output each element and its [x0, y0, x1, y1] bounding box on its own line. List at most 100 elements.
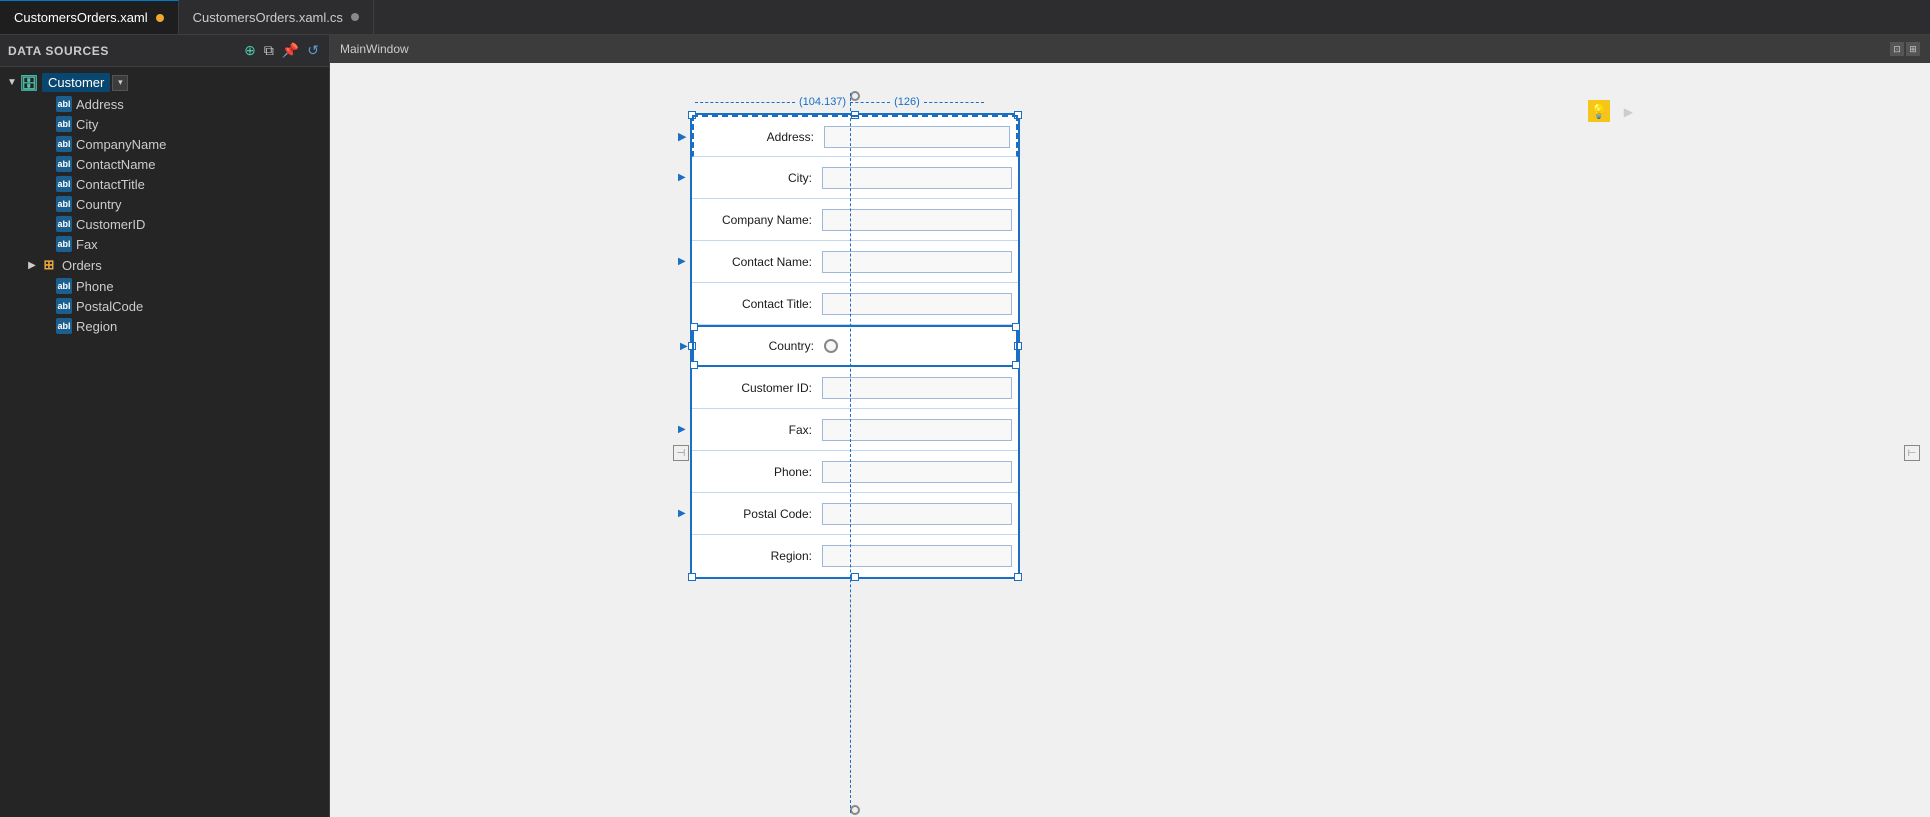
form-row-address: ▶ Address:	[692, 115, 1018, 157]
tip-container: 💡	[1588, 100, 1610, 122]
input-address[interactable]	[824, 126, 1010, 148]
tip-arrow: ▶	[1624, 105, 1633, 119]
input-city[interactable]	[822, 167, 1012, 189]
label-companyname: Company Name:	[692, 213, 822, 227]
customer-dropdown[interactable]: ▾	[112, 75, 128, 91]
tab-xaml-dot	[156, 14, 164, 22]
form-row-city: ▶ City:	[692, 157, 1018, 199]
collapse-arrow: ▼	[4, 75, 20, 91]
field-icon-address: аbl	[56, 96, 72, 112]
country-handle-tr[interactable]	[1012, 323, 1020, 331]
field-icon-city: аbl	[56, 116, 72, 132]
form-row-postalcode: ▶ Postal Code:	[692, 493, 1018, 535]
datasource-icon: 🗄	[20, 74, 38, 92]
input-postalcode[interactable]	[822, 503, 1012, 525]
sidebar-item-contacttitle[interactable]: аbl ContactTitle	[0, 174, 329, 194]
label-customerid: Customer ID:	[692, 381, 822, 395]
field-label-city: City	[76, 117, 98, 132]
sidebar-title: Data Sources	[8, 44, 109, 58]
radio-country	[824, 339, 838, 353]
form-row-companyname: Company Name:	[692, 199, 1018, 241]
field-icon-country: аbl	[56, 196, 72, 212]
field-label-companyname: CompanyName	[76, 137, 166, 152]
tab-xaml-cs[interactable]: CustomersOrders.xaml.cs	[179, 0, 374, 34]
measure-line-left	[695, 102, 795, 103]
pin-icon[interactable]: 📌	[280, 40, 301, 61]
sidebar-item-orders[interactable]: ▶ ⊞ Orders	[0, 254, 329, 276]
row-arrow-address: ▶	[678, 130, 686, 143]
tab-xaml[interactable]: CustomersOrders.xaml	[0, 0, 179, 34]
form-row-contactname: ▶ Contact Name:	[692, 241, 1018, 283]
sidebar: Data Sources ⊕ ⧉ 📌 ↺ ▼ 🗄 Customer ▾ аbl …	[0, 35, 330, 817]
field-label-phone: Phone	[76, 279, 114, 294]
measure-label-right: (126)	[894, 96, 920, 108]
field-label-country: Country	[76, 197, 122, 212]
label-city: City:	[692, 171, 822, 185]
sidebar-item-country[interactable]: аbl Country	[0, 194, 329, 214]
canvas[interactable]: ⊣ ⊢ (104.137) (126) 💡	[330, 63, 1930, 817]
sidebar-item-fax[interactable]: аbl Fax	[0, 234, 329, 254]
field-icon-phone: аbl	[56, 278, 72, 294]
country-handle-tl[interactable]	[690, 323, 698, 331]
refresh-icon[interactable]: ↺	[305, 40, 321, 61]
row-arrow-postalcode: ▶	[678, 508, 686, 519]
measure-label-left: (104.137)	[799, 96, 846, 108]
tab-xaml-cs-label: CustomersOrders.xaml.cs	[193, 10, 343, 25]
field-label-region: Region	[76, 319, 117, 334]
add-datasource-icon[interactable]: ⊕	[242, 40, 258, 61]
sidebar-item-contactname[interactable]: аbl ContactName	[0, 154, 329, 174]
input-contacttitle[interactable]	[822, 293, 1012, 315]
field-label-address: Address	[76, 97, 124, 112]
row-arrow-city: ▶	[678, 172, 686, 183]
field-icon-postalcode: аbl	[56, 298, 72, 314]
measure-line-mid	[850, 102, 890, 103]
window-tile-icon: ⊡	[1890, 42, 1904, 56]
row-arrow-contactname: ▶	[678, 256, 686, 267]
label-region: Region:	[692, 549, 822, 563]
form-container: ▶ Address: ▶ City: Company Name:	[690, 113, 1020, 579]
sidebar-item-customer[interactable]: ▼ 🗄 Customer ▾	[0, 71, 329, 94]
window-controls: ⊡ ⊞	[1890, 42, 1920, 56]
tab-bar: CustomersOrders.xaml CustomersOrders.xam…	[0, 0, 1930, 35]
sidebar-item-phone[interactable]: аbl Phone	[0, 276, 329, 296]
sidebar-tree: ▼ 🗄 Customer ▾ аbl Address аbl City аbl …	[0, 67, 329, 817]
sidebar-item-customerid[interactable]: аbl CustomerID	[0, 214, 329, 234]
window-titlebar: MainWindow ⊡ ⊞	[330, 35, 1930, 63]
sidebar-item-city[interactable]: аbl City	[0, 114, 329, 134]
sidebar-item-companyname[interactable]: аbl CompanyName	[0, 134, 329, 154]
field-icon-region: аbl	[56, 318, 72, 334]
field-label-orders: Orders	[62, 258, 102, 273]
input-contactname[interactable]	[822, 251, 1012, 273]
label-country: Country:	[694, 339, 824, 353]
sidebar-item-address[interactable]: аbl Address	[0, 94, 329, 114]
table-icon-orders: ⊞	[40, 256, 58, 274]
copy-icon[interactable]: ⧉	[262, 40, 276, 61]
label-contactname: Contact Name:	[692, 255, 822, 269]
resize-handle-right[interactable]: ⊢	[1904, 445, 1920, 461]
tip-icon[interactable]: 💡	[1588, 100, 1610, 122]
bottom-anchor	[850, 805, 860, 815]
sidebar-item-region[interactable]: аbl Region	[0, 316, 329, 336]
measure-line-right	[924, 102, 984, 103]
form-row-region: Region:	[692, 535, 1018, 577]
sidebar-item-postalcode[interactable]: аbl PostalCode	[0, 296, 329, 316]
label-postalcode: Postal Code:	[692, 507, 822, 521]
resize-handle-left[interactable]: ⊣	[673, 445, 689, 461]
orders-expand-arrow: ▶	[24, 257, 40, 273]
canvas-background	[330, 63, 1930, 817]
row-arrow-country: ▶	[680, 341, 688, 352]
designer-window: MainWindow ⊡ ⊞ ⊣ ⊢	[330, 35, 1930, 817]
input-fax[interactable]	[822, 419, 1012, 441]
input-region[interactable]	[822, 545, 1012, 567]
form-row-phone: Phone:	[692, 451, 1018, 493]
input-phone[interactable]	[822, 461, 1012, 483]
measure-bar: (104.137) (126)	[695, 96, 984, 108]
field-icon-contacttitle: аbl	[56, 176, 72, 192]
tab-xaml-cs-dot	[351, 13, 359, 21]
label-address: Address:	[694, 130, 824, 144]
field-icon-contactname: аbl	[56, 156, 72, 172]
field-label-postalcode: PostalCode	[76, 299, 143, 314]
input-customerid[interactable]	[822, 377, 1012, 399]
input-companyname[interactable]	[822, 209, 1012, 231]
row-arrow-fax: ▶	[678, 424, 686, 435]
